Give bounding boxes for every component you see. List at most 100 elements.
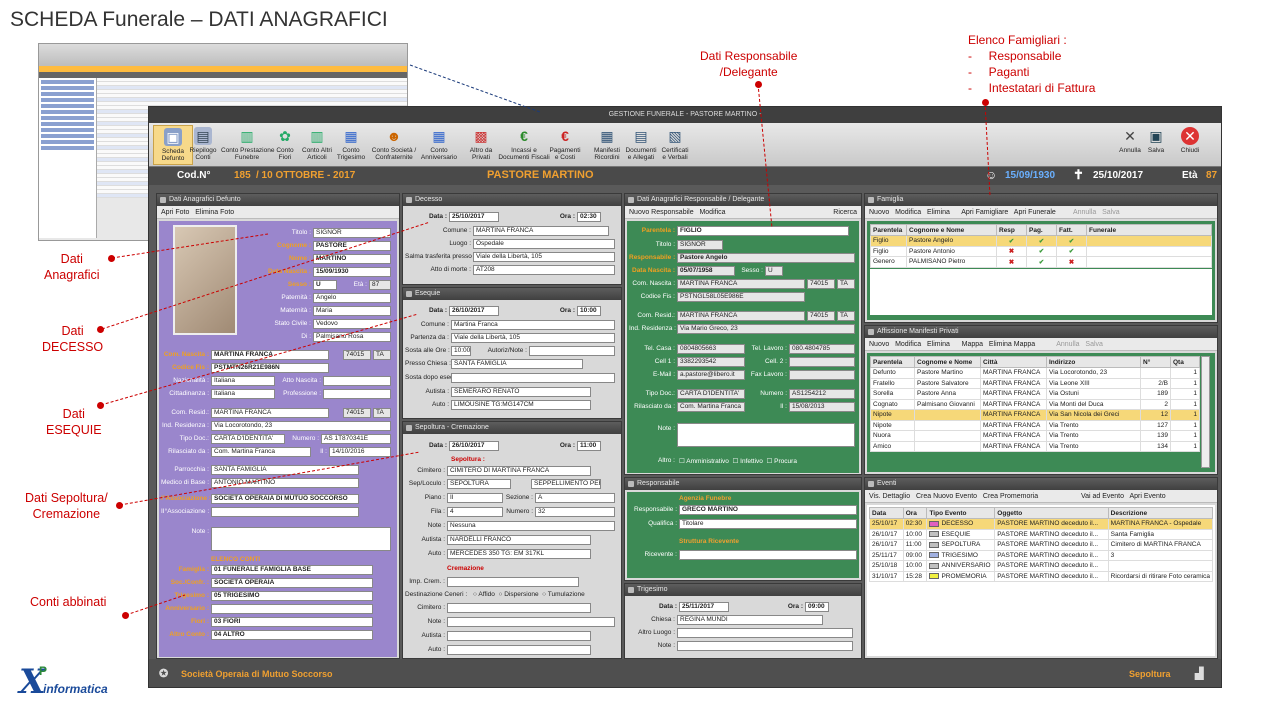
cittadinanza-field[interactable]: Italiana (211, 389, 275, 399)
data-decesso-field[interactable]: 25/10/2017 (449, 212, 499, 222)
sosta-ora-field[interactable]: 10:00 (451, 346, 471, 356)
professione-field[interactable] (323, 389, 391, 399)
nazionalita-field[interactable]: Italiana (211, 376, 275, 386)
altro-checkboxes[interactable]: ☐ Amministrativo ☐ Infettivo ☐ Procura (679, 457, 797, 465)
apri-funerale-button[interactable]: Apri Funerale (1014, 209, 1056, 216)
cimitero-crem-field[interactable] (447, 603, 591, 613)
luogo-decesso-field[interactable]: Ospedale (473, 239, 615, 249)
sezione-field[interactable]: A (535, 493, 615, 503)
com-nascita-resp-field[interactable]: MARTINA FRANCA (677, 279, 805, 289)
modifica-famigliare-button[interactable]: Modifica (895, 209, 921, 216)
note-sepoltura-field[interactable]: Nessuna (447, 521, 615, 531)
rilasciato-field[interactable]: Com. Martina Franca (211, 447, 311, 457)
fila-field[interactable]: 4 (447, 507, 503, 517)
medico-field[interactable]: ANTONIO MARTINO (211, 478, 359, 488)
tel-lavoro-field[interactable]: 080.4804785 (789, 344, 855, 354)
ora-esequie-field[interactable]: 10:00 (577, 306, 601, 316)
stato-civile-field[interactable]: Vedovo (313, 319, 391, 329)
cell1-field[interactable]: 3382293542 (677, 357, 745, 367)
coniuge-field[interactable]: Palmisano Rosa (313, 332, 391, 342)
conto-societa-field[interactable]: SOCIETÀ OPERAIA (211, 578, 373, 588)
ricevente-field[interactable] (679, 550, 857, 560)
affissione-row[interactable]: Amico MARTINA FRANCA Via Trento 134 1 (870, 440, 1200, 452)
data-esequie-field[interactable]: 26/10/2017 (449, 306, 499, 316)
affissione-row[interactable]: Defunto Pastore Martino MARTINA FRANCA Via … (870, 367, 1200, 379)
modifica-responsabile-button[interactable]: Modifica (699, 209, 725, 216)
data-nascita-field[interactable]: 15/09/1930 (313, 267, 391, 277)
famiglia-row[interactable]: Figlio Pastore Antonio ✖ ✔ ✔ (870, 245, 1212, 257)
affissione-scrollbar[interactable] (1201, 356, 1210, 468)
titolo-resp-field[interactable]: SIGNOR (677, 240, 723, 250)
indirizzo-resp-field[interactable]: Via Mario Greco, 23 (677, 324, 855, 334)
loculo-field[interactable]: SEPOLTURA (447, 479, 511, 489)
comune-decesso-field[interactable]: MARTINA FRANCA (473, 226, 609, 236)
qualifica-field[interactable]: Titolare (679, 519, 857, 529)
affissione-row[interactable]: Sorella Pastore Anna MARTINA FRANCA Via Ost… (870, 388, 1200, 400)
atto-nascita-field[interactable] (323, 376, 391, 386)
note-defunto-field[interactable] (211, 527, 391, 551)
indirizzo-field[interactable]: Via Locorotondo, 23 (211, 421, 391, 431)
tipo-sepoltura-field[interactable]: SEPPELLIMENTO PERP... (531, 479, 601, 489)
note-crem-field[interactable] (447, 617, 615, 627)
cell2-field[interactable] (789, 357, 855, 367)
tipo-doc-field[interactable]: CARTA D'IDENTITA' (211, 434, 285, 444)
apri-foto-button[interactable]: Apri Foto (161, 209, 189, 216)
ora-sepoltura-field[interactable]: 11:00 (577, 441, 601, 451)
destinazione-ceneri-radios[interactable]: ○ Affido ○ Dispersione ○ Tumulazione (473, 591, 585, 598)
evento-row[interactable]: 26/10/17 11:00 SEPOLTURA PASTORE MARTINO de… (869, 539, 1214, 551)
elimina-foto-button[interactable]: Elimina Foto (195, 209, 234, 216)
autista-esequie-field[interactable]: SEMERARO RENATO (451, 387, 591, 397)
impianto-crem-field[interactable] (447, 577, 579, 587)
tipo-doc-resp-field[interactable]: CARTA D'IDENTITA' (677, 389, 745, 399)
evento-row[interactable]: 25/10/18 10:00 ANNIVERSARIO PASTORE MARTINO… (869, 560, 1214, 572)
email-field[interactable]: a.pastore@libero.it (677, 370, 745, 380)
autista-sepoltura-field[interactable]: NARDELLI FRANCO (447, 535, 591, 545)
evento-row[interactable]: 31/10/17 15:28 PROMEMORIA PASTORE MARTINO d… (869, 570, 1214, 582)
riepilogo-conti-button[interactable]: ▤ Riepilogo Conti (183, 125, 223, 165)
maternita-field[interactable]: Maria (313, 306, 391, 316)
data-trigesimo-field[interactable]: 25/11/2017 (679, 602, 729, 612)
conto-anniversario-button[interactable]: ▦ Conto Anniversario (417, 125, 461, 165)
responsabile-agenzia-field[interactable]: GRECO MARTINO (679, 505, 857, 515)
nuovo-responsabile-button[interactable]: Nuovo Responsabile (629, 209, 694, 216)
ora-trigesimo-field[interactable]: 09:00 (805, 602, 829, 612)
affissione-row[interactable]: Nuora MARTINA FRANCA Via Trento 139 1 (870, 430, 1200, 442)
associazione1-field[interactable]: SOCIETÀ OPERAIA DI MUTUO SOCCORSO (211, 494, 359, 504)
atto-morte-field[interactable]: AT208 (473, 265, 615, 275)
responsabile-nome-field[interactable]: Pastore Angelo (677, 253, 855, 263)
affissione-row[interactable]: Fratello Pastore Salvatore MARTINA FRANCA V… (870, 377, 1200, 389)
conto-fiori-field[interactable]: 03 FIORI (211, 617, 373, 627)
nome-field[interactable]: MARTINO (313, 254, 391, 264)
chiudi-button[interactable]: ✕ Chiudi (1173, 125, 1207, 165)
note-resp-field[interactable] (677, 423, 855, 447)
apri-famigliare-button[interactable]: Apri Famigliare (961, 209, 1008, 216)
com-residenza-field[interactable]: MARTINA FRANCA (211, 408, 329, 418)
tel-casa-field[interactable]: 0804805663 (677, 344, 745, 354)
rilasciato-resp-field[interactable]: Com. Martina Franca (677, 402, 745, 412)
affissione-row[interactable]: Cognato Palmisano Giovanni MARTINA FRANCA V… (870, 398, 1200, 410)
parentela-field[interactable]: FIGLIO (677, 226, 849, 236)
com-resid-resp-field[interactable]: MARTINA FRANCA (677, 311, 805, 321)
altro-luogo-field[interactable] (677, 628, 853, 638)
chiesa-trigesimo-field[interactable]: REGINA MUNDI (677, 615, 823, 625)
conto-prestazione-button[interactable]: ▥ Conto Prestazione Funebre (221, 125, 274, 165)
affissione-row[interactable]: Nipote MARTINA FRANCA Via San Nicola dei G… (870, 409, 1200, 421)
data-nascita-resp-field[interactable]: 05/07/1958 (677, 266, 735, 276)
cognome-field[interactable]: PASTORE (313, 241, 391, 251)
com-nascita-field[interactable]: MARTINA FRANCA (211, 350, 329, 360)
rilascio-data-field[interactable]: 14/10/2016 (329, 447, 391, 457)
sosta-dopo-field[interactable] (451, 373, 615, 383)
nuovo-famigliare-button[interactable]: Nuovo (869, 209, 889, 216)
partenza-field[interactable]: Viale della Libertà, 105 (451, 333, 615, 343)
auto-sepoltura-field[interactable]: MERCEDES 350 TG: EM 317KL (447, 549, 591, 559)
sesso-field[interactable]: U (313, 280, 337, 290)
associazione2-field[interactable] (211, 507, 359, 517)
evento-row[interactable]: 25/11/17 09:00 TRIGESIMO PASTORE MARTINO de… (869, 549, 1214, 561)
auto-crem-field[interactable] (447, 645, 591, 655)
data-rilascio-resp-field[interactable]: 15/08/2013 (789, 402, 855, 412)
numero-sepoltura-field[interactable]: 32 (535, 507, 615, 517)
numero-doc-field[interactable]: AS 1T870341E (321, 434, 391, 444)
comune-esequie-field[interactable]: Martina Franca (451, 320, 615, 330)
codice-fiscale-field[interactable]: PSTMTN26R21E986N (211, 363, 329, 373)
salma-field[interactable]: Viale della Libertà, 105 (473, 252, 615, 262)
